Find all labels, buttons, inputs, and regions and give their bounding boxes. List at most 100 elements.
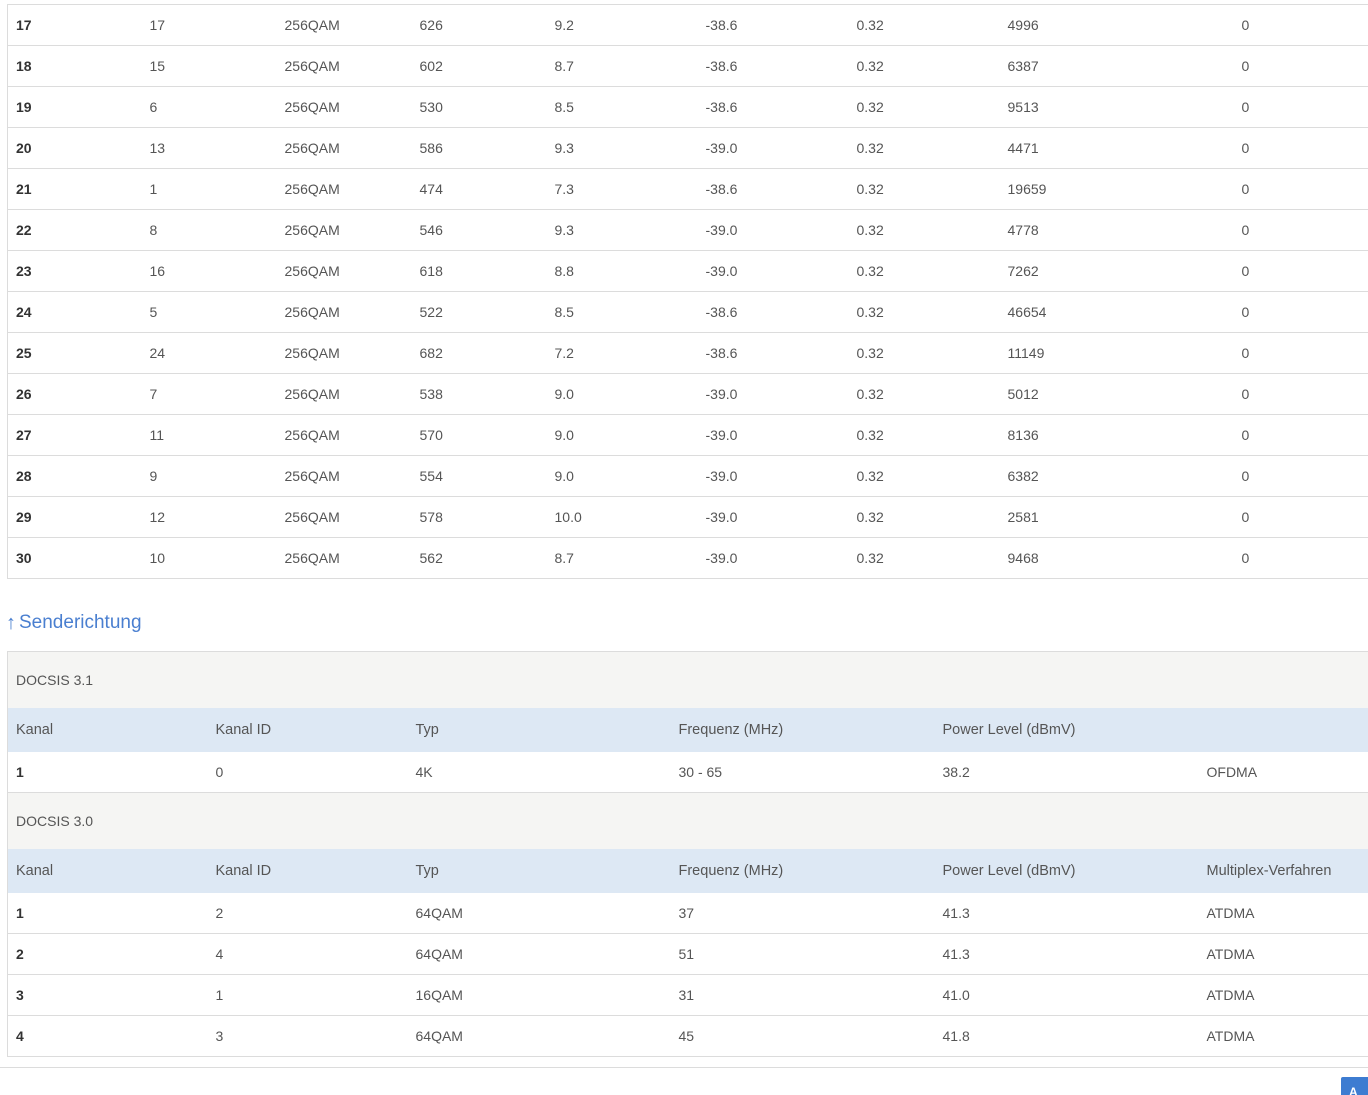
table-cell: 256QAM — [276, 209, 412, 251]
channel-number: 24 — [7, 291, 142, 333]
table-cell: 0.32 — [848, 127, 1000, 169]
table-cell: 7 — [141, 373, 277, 415]
table-cell: 256QAM — [276, 496, 412, 538]
channel-number: 23 — [7, 250, 142, 292]
table-cell: 0 — [1233, 250, 1368, 292]
channel-number: 22 — [7, 209, 142, 251]
table-cell: 8.7 — [546, 45, 698, 87]
table-cell: 10 — [141, 537, 277, 579]
table-cell: 38.2 — [934, 752, 1199, 793]
table-cell: 41.8 — [934, 1015, 1199, 1057]
table-cell: 30 - 65 — [670, 752, 935, 793]
table-cell: 0 — [207, 752, 408, 793]
docsis-group-title: DOCSIS 3.1 — [7, 651, 1368, 708]
table-cell: 0.32 — [848, 373, 1000, 415]
table-cell: 256QAM — [276, 332, 412, 374]
channel-number: 26 — [7, 373, 142, 415]
table-row: 24 5 256QAM 522 8.5 -38.6 0.32 46654 0 — [7, 291, 1368, 333]
channel-number: 21 — [7, 168, 142, 210]
channel-number: 1 — [7, 893, 208, 934]
table-cell: -38.6 — [697, 86, 849, 128]
column-header: Kanal ID — [207, 849, 408, 893]
table-cell: 4996 — [999, 4, 1234, 46]
table-cell: 6 — [141, 86, 277, 128]
column-header: Kanal — [7, 708, 208, 752]
column-header: Multiplex-Verfahren — [1198, 849, 1368, 893]
table-cell: -39.0 — [697, 455, 849, 497]
table-cell: 562 — [411, 537, 547, 579]
column-header: Typ — [407, 849, 671, 893]
table-cell: 8.7 — [546, 537, 698, 579]
table-cell: 5 — [141, 291, 277, 333]
table-cell: 31 — [670, 974, 935, 1016]
table-cell: -39.0 — [697, 537, 849, 579]
table-cell: 0.32 — [848, 250, 1000, 292]
table-row: 26 7 256QAM 538 9.0 -39.0 0.32 5012 0 — [7, 373, 1368, 415]
channel-number: 19 — [7, 86, 142, 128]
arrow-up-icon: ↑ — [6, 611, 16, 634]
docsis-group-header: DOCSIS 3.1 — [7, 651, 1368, 708]
table-cell: ATDMA — [1198, 933, 1368, 975]
table-cell: 17 — [141, 4, 277, 46]
table-cell: 9468 — [999, 537, 1234, 579]
table-cell: 0 — [1233, 537, 1368, 579]
table-cell: 9 — [141, 455, 277, 497]
table-cell: -39.0 — [697, 414, 849, 456]
table-cell: 4K — [407, 752, 671, 793]
table-cell: 0 — [1233, 291, 1368, 333]
table-cell: 0.32 — [848, 86, 1000, 128]
table-cell: 256QAM — [276, 250, 412, 292]
column-header: Power Level (dBmV) — [934, 849, 1199, 893]
column-header: Frequenz (MHz) — [670, 708, 935, 752]
table-cell: 0 — [1233, 455, 1368, 497]
table-cell: -39.0 — [697, 373, 849, 415]
action-button[interactable]: A — [1341, 1077, 1368, 1095]
table-row: 2 4 64QAM 51 41.3 ATDMA — [7, 933, 1368, 975]
table-cell: 8.5 — [546, 291, 698, 333]
upstream-section-heading[interactable]: ↑ Senderichtung — [6, 608, 142, 638]
table-cell: 9.0 — [546, 373, 698, 415]
table-cell: 0.32 — [848, 4, 1000, 46]
table-cell: 16QAM — [407, 974, 671, 1016]
upstream-table-body: DOCSIS 3.1 Kanal Kanal ID Typ Frequenz (MHz)… — [7, 651, 1368, 1057]
table-cell: -39.0 — [697, 250, 849, 292]
table-cell: 0.32 — [848, 455, 1000, 497]
table-cell: 682 — [411, 332, 547, 374]
column-header: Frequenz (MHz) — [670, 849, 935, 893]
table-cell: 256QAM — [276, 168, 412, 210]
table-row: 27 11 256QAM 570 9.0 -39.0 0.32 8136 0 — [7, 414, 1368, 456]
table-cell: 6387 — [999, 45, 1234, 87]
table-cell: 41.3 — [934, 933, 1199, 975]
docsis-group-title: DOCSIS 3.0 — [7, 792, 1368, 849]
table-cell: 2581 — [999, 496, 1234, 538]
column-header — [1198, 708, 1368, 752]
table-row: 1 0 4K 30 - 65 38.2 OFDMA — [7, 752, 1368, 793]
table-cell: 37 — [670, 893, 935, 934]
channel-number: 30 — [7, 537, 142, 579]
page: 17 17 256QAM 626 9.2 -38.6 0.32 4996 0 18 15 256QAM… — [0, 0, 1368, 1095]
table-cell: 0 — [1233, 496, 1368, 538]
table-row: 30 10 256QAM 562 8.7 -39.0 0.32 9468 0 — [7, 537, 1368, 579]
table-cell: 0.32 — [848, 168, 1000, 210]
table-cell: 4471 — [999, 127, 1234, 169]
channel-number: 4 — [7, 1015, 208, 1057]
table-row: 29 12 256QAM 578 10.0 -39.0 0.32 2581 0 — [7, 496, 1368, 538]
table-cell: 9.3 — [546, 127, 698, 169]
table-cell: -39.0 — [697, 127, 849, 169]
table-row: 23 16 256QAM 618 8.8 -39.0 0.32 7262 0 — [7, 250, 1368, 292]
table-row: 17 17 256QAM 626 9.2 -38.6 0.32 4996 0 — [7, 4, 1368, 46]
downstream-table-body: 17 17 256QAM 626 9.2 -38.6 0.32 4996 0 18 15 256QAM… — [7, 4, 1368, 579]
table-cell: 256QAM — [276, 127, 412, 169]
table-cell: 0 — [1233, 86, 1368, 128]
table-cell: 6382 — [999, 455, 1234, 497]
channel-number: 27 — [7, 414, 142, 456]
table-row: 25 24 256QAM 682 7.2 -38.6 0.32 11149 0 — [7, 332, 1368, 374]
table-cell: 7.3 — [546, 168, 698, 210]
table-cell: 626 — [411, 4, 547, 46]
table-cell: 522 — [411, 291, 547, 333]
table-cell: 0 — [1233, 45, 1368, 87]
table-cell: 586 — [411, 127, 547, 169]
table-cell: 0 — [1233, 4, 1368, 46]
channel-number: 29 — [7, 496, 142, 538]
table-cell: 45 — [670, 1015, 935, 1057]
